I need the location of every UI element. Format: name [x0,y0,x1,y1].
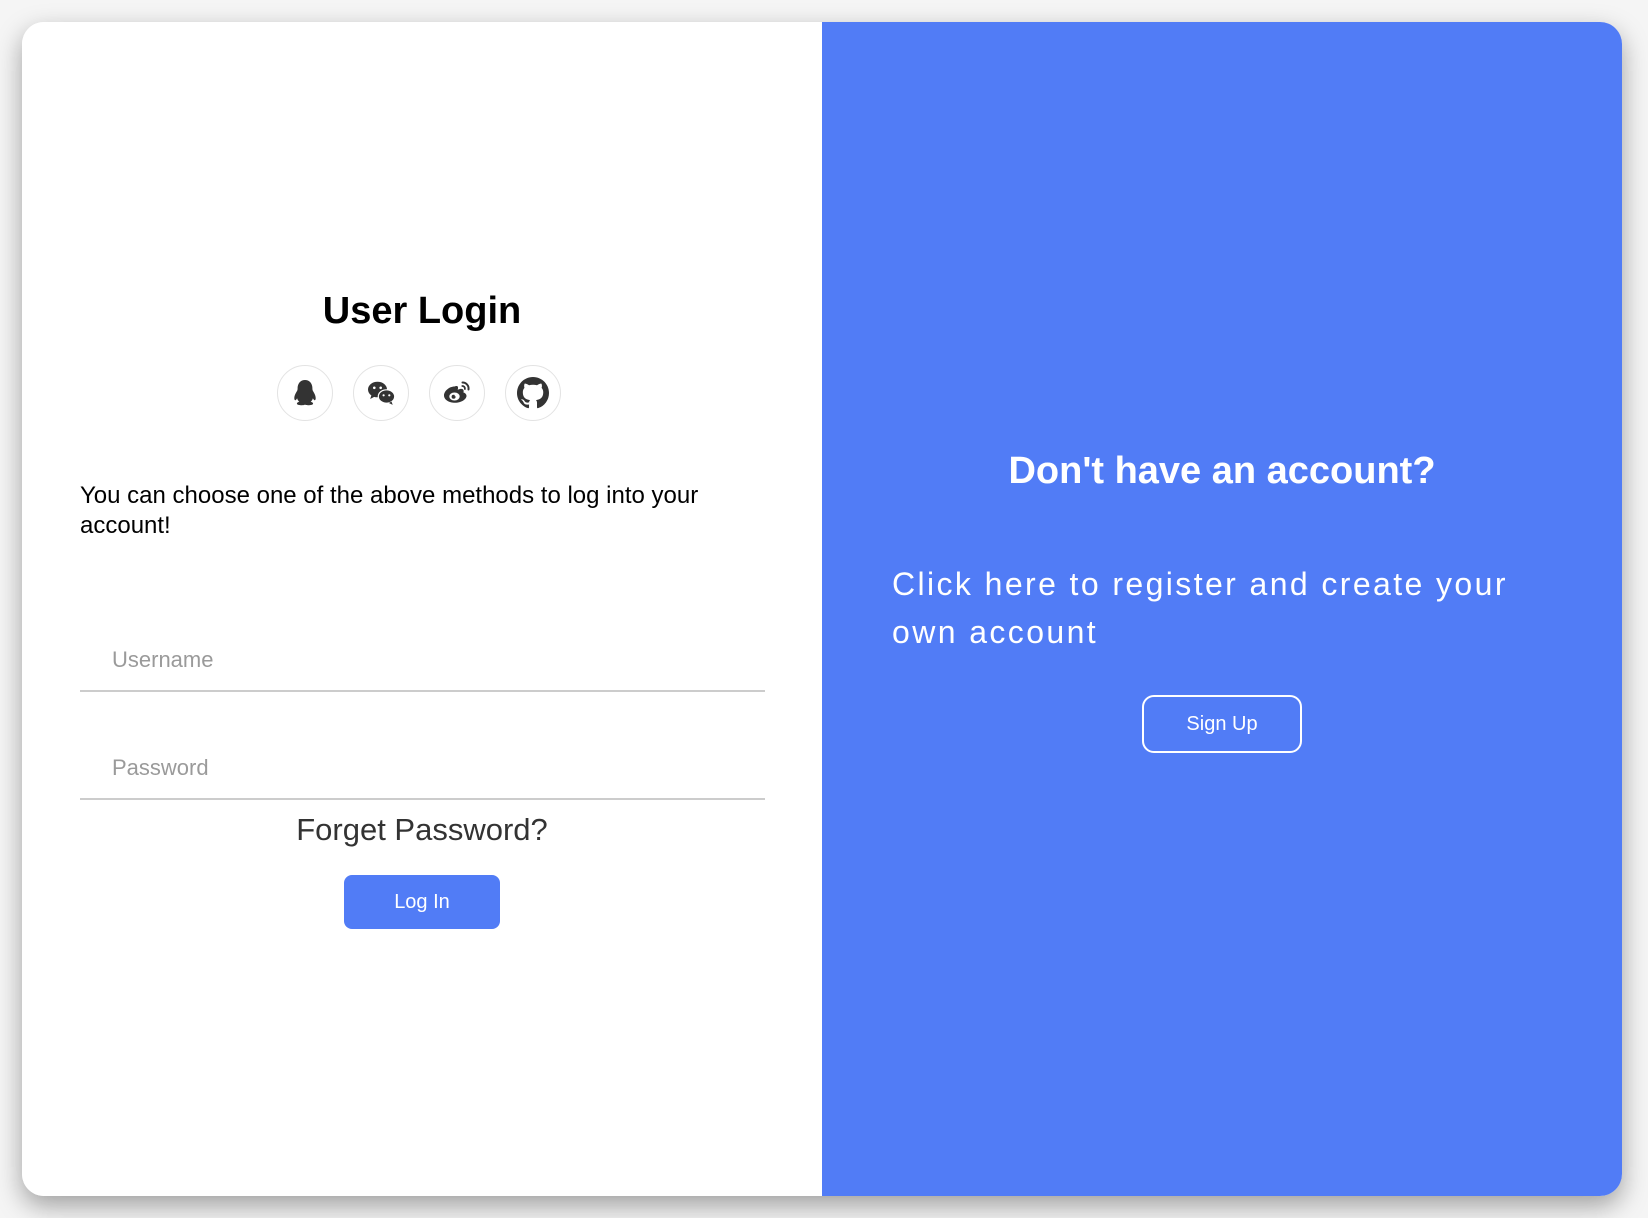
register-description: Click here to register and create your o… [892,566,1508,650]
wechat-login-button[interactable] [353,365,409,421]
forget-password-link[interactable]: Forget Password? [22,812,822,848]
login-title: User Login [322,290,522,332]
social-login-row [277,365,561,421]
username-input[interactable] [80,630,765,692]
password-input[interactable] [80,738,765,800]
github-login-button[interactable] [505,365,561,421]
weibo-icon [444,381,470,403]
login-panel: User Login You can choose one of the abo… [22,22,822,1196]
login-button[interactable]: Log In [344,875,500,929]
qq-login-button[interactable] [277,365,333,421]
wechat-icon [368,381,396,405]
github-icon [517,377,549,409]
qq-icon [294,380,316,406]
register-title: Don't have an account? [1008,450,1436,492]
login-methods-hint: You can choose one of the above methods … [80,482,699,539]
weibo-login-button[interactable] [429,365,485,421]
auth-card: User Login You can choose one of the abo… [22,22,1622,1196]
sign-up-button[interactable]: Sign Up [1142,695,1302,753]
register-panel: Don't have an account? Click here to reg… [822,22,1622,1196]
